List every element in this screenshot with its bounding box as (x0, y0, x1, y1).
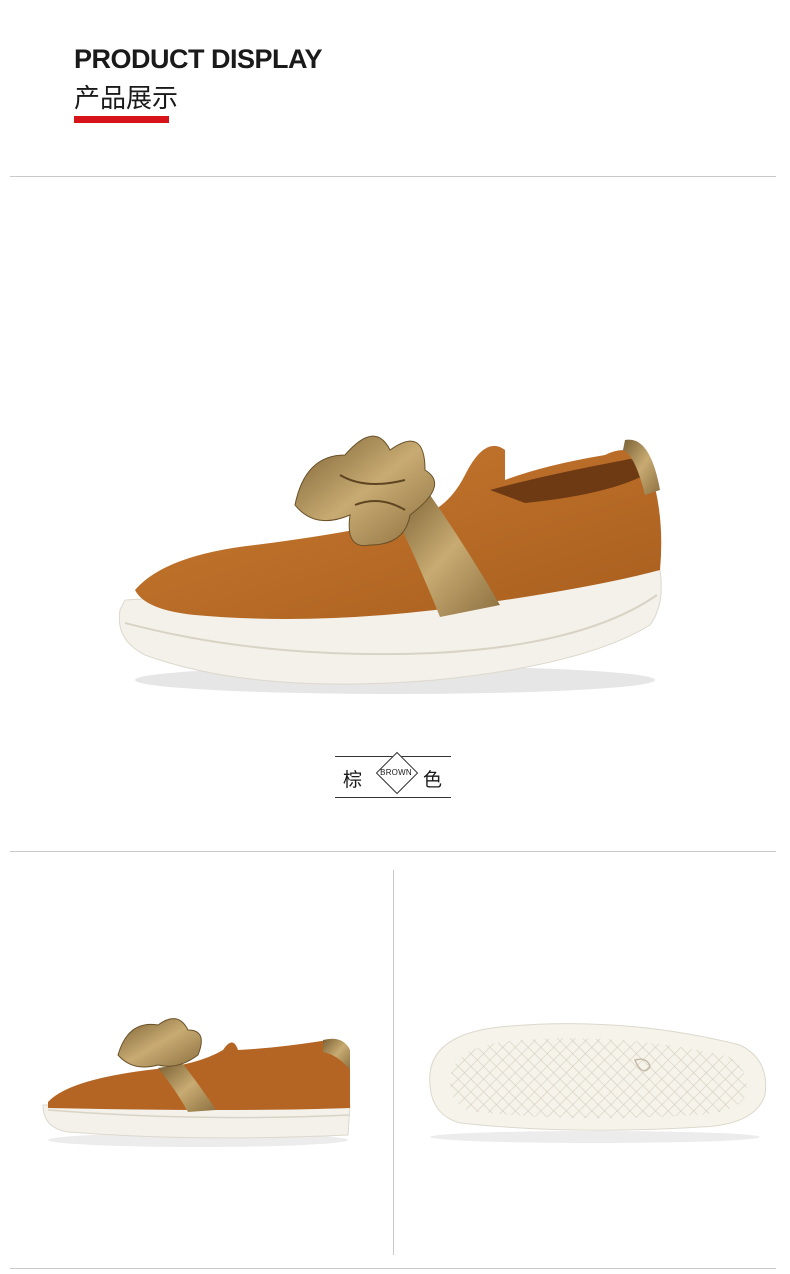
shoe-three-quarter-image (118, 435, 662, 694)
color-name-left: 棕 (343, 769, 363, 791)
page-title: PRODUCT DISPLAY (74, 44, 323, 74)
top-divider (10, 176, 776, 177)
shoe-sole-image (429, 1023, 767, 1143)
color-label-bottom-line (335, 797, 451, 798)
page-subtitle: 产品展示 (74, 84, 179, 114)
bottom-divider (10, 1268, 776, 1269)
color-name-english: BROWN (380, 768, 412, 777)
shoe-side-image (42, 1018, 351, 1147)
color-name-right: 色 (423, 769, 443, 791)
middle-divider (10, 851, 776, 852)
color-label: 棕 BROWN 色 (335, 751, 451, 800)
vertical-divider (393, 870, 394, 1255)
accent-bar (74, 116, 169, 123)
